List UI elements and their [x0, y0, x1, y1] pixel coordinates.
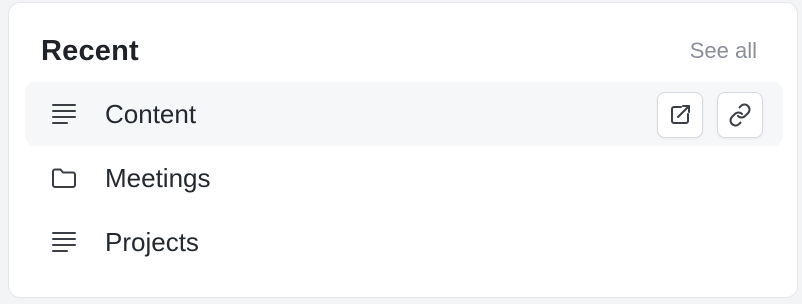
recent-item-projects[interactable]: Projects — [25, 210, 783, 274]
recent-item-label: Content — [105, 99, 197, 129]
recent-panel: Recent See all Content Meetings Projects — [8, 2, 798, 298]
recent-item-meetings[interactable]: Meetings — [25, 146, 783, 210]
document-lines-icon — [51, 229, 77, 255]
recent-item-label: Meetings — [105, 163, 211, 193]
folder-icon — [51, 165, 77, 191]
open-external-icon — [671, 105, 690, 124]
recent-item-label: Projects — [105, 227, 199, 257]
document-lines-icon — [51, 101, 77, 127]
panel-title: Recent — [41, 35, 139, 67]
copy-link-button[interactable] — [717, 92, 763, 138]
recent-item-content[interactable]: Content — [25, 82, 783, 146]
copy-link-icon — [729, 103, 751, 127]
open-external-button[interactable] — [657, 92, 703, 138]
see-all-link[interactable]: See all — [690, 37, 757, 65]
